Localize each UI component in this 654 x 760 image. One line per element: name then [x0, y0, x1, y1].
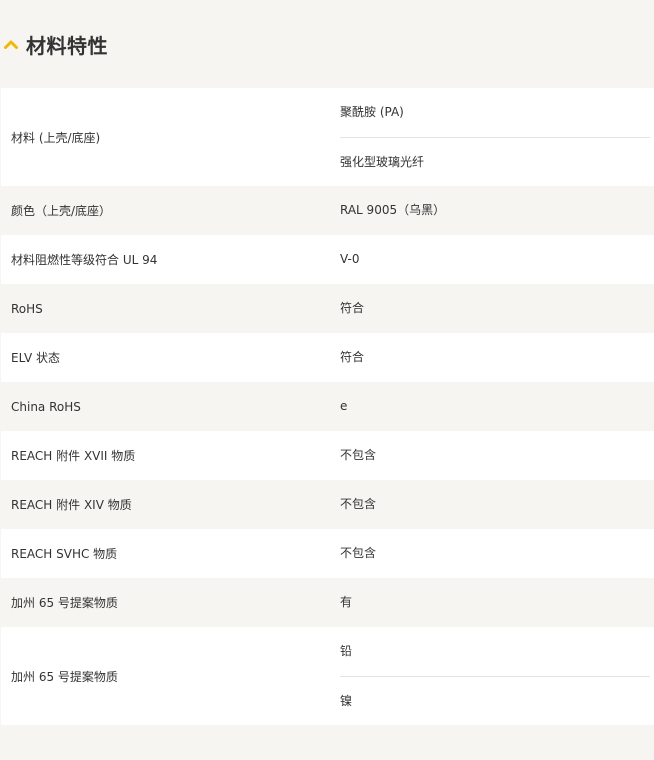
property-value-cell: 聚酰胺 (PA) 强化型玻璃光纤 [330, 88, 654, 186]
table-row: RoHS 符合 [1, 284, 654, 333]
property-label: ELV 状态 [1, 333, 330, 382]
property-value-cell: 铅镍 [330, 627, 654, 725]
property-value: RAL 9005（乌黑） [340, 203, 446, 217]
property-value: e [340, 399, 348, 413]
property-value: 不包含 [340, 448, 377, 462]
table-row: 材料阻燃性等级符合 UL 94 V-0 [1, 235, 654, 284]
property-value: 铅 [340, 644, 353, 658]
property-label: REACH 附件 XVII 物质 [1, 431, 330, 480]
table-row: 加州 65 号提案物质有 [1, 578, 654, 627]
property-label: China RoHS [1, 382, 330, 431]
property-value-cell: 符合 [330, 333, 654, 382]
property-label: RoHS [1, 284, 330, 333]
property-value: 有 [340, 595, 353, 609]
section-title: 材料特性 [26, 33, 108, 58]
property-label: 颜色（上壳/底座） [1, 186, 330, 235]
property-value: 聚酰胺 (PA) [340, 105, 404, 119]
property-label: 材料 (上壳/底座) [1, 88, 330, 186]
property-value: 不包含 [340, 546, 377, 560]
table-row: China RoHS e [1, 382, 654, 431]
property-label: REACH SVHC 物质 [1, 529, 330, 578]
property-value-cell: RAL 9005（乌黑） [330, 186, 654, 235]
table-row: 加州 65 号提案物质铅镍 [1, 627, 654, 725]
property-value-cell: 不包含 [330, 480, 654, 529]
table-row: REACH 附件 XIV 物质 不包含 [1, 480, 654, 529]
property-label: 加州 65 号提案物质 [1, 578, 330, 627]
table-row: REACH 附件 XVII 物质 不包含 [1, 431, 654, 480]
property-label: REACH 附件 XIV 物质 [1, 480, 330, 529]
property-value: 符合 [340, 350, 365, 364]
property-value: 不包含 [340, 497, 377, 511]
property-value-cell: V-0 [330, 235, 654, 284]
table-row: REACH SVHC 物质 不包含 [1, 529, 654, 578]
table-row: 颜色（上壳/底座） RAL 9005（乌黑） [1, 186, 654, 235]
property-value-cell: 符合 [330, 284, 654, 333]
property-value: 镍 [340, 676, 650, 725]
property-value-cell: e [330, 382, 654, 431]
property-label: 材料阻燃性等级符合 UL 94 [1, 235, 330, 284]
property-value-cell: 不包含 [330, 529, 654, 578]
property-value-cell: 有 [330, 578, 654, 627]
chevron-up-icon[interactable] [2, 37, 20, 51]
table-row: 材料 (上壳/底座) 聚酰胺 (PA) 强化型玻璃光纤 [1, 88, 654, 186]
properties-table: 材料 (上壳/底座) 聚酰胺 (PA) 强化型玻璃光纤 颜色（上壳/底座） RAL 90… [1, 88, 654, 725]
table-row: ELV 状态 符合 [1, 333, 654, 382]
property-value: V-0 [340, 252, 360, 266]
property-value: 符合 [340, 301, 365, 315]
property-label: 加州 65 号提案物质 [1, 627, 330, 725]
property-value-cell: 不包含 [330, 431, 654, 480]
section-header-material-properties[interactable]: 材料特性 [0, 0, 654, 88]
property-value: 强化型玻璃光纤 [340, 137, 650, 186]
